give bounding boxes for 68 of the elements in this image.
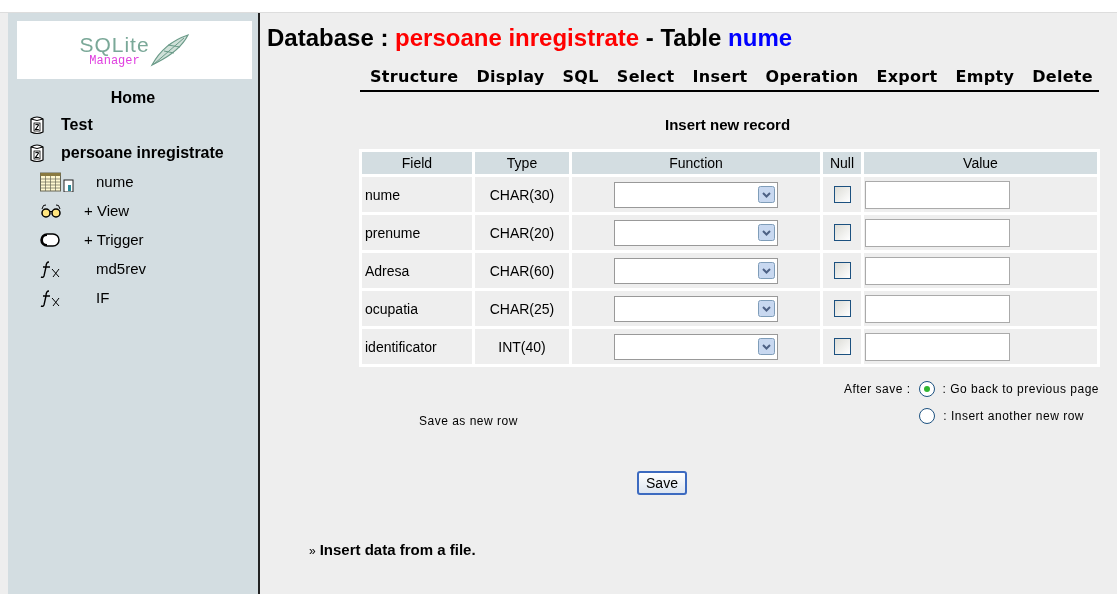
function-dropdown[interactable] — [614, 295, 778, 322]
tab[interactable]: Display — [476, 67, 545, 86]
null-checkbox[interactable] — [833, 186, 851, 204]
option-label: : Insert another new row — [943, 409, 1084, 423]
tab[interactable]: Insert — [692, 67, 748, 86]
tab[interactable]: Empty — [955, 67, 1015, 86]
radio-button[interactable] — [918, 381, 935, 397]
table-cell: Adresa — [362, 253, 472, 288]
toggle-icon — [40, 232, 60, 247]
value-field[interactable] — [865, 256, 1010, 285]
value-field[interactable] — [865, 218, 1010, 247]
column-header: Null — [823, 152, 861, 174]
column-header: Function — [572, 152, 820, 174]
save-mode-label: Save as new row — [419, 414, 518, 428]
function-link[interactable]: md5rev — [96, 260, 147, 277]
tab[interactable]: Operation — [765, 67, 859, 86]
function-icon — [40, 288, 62, 307]
trigger-link[interactable]: + Trigger — [84, 231, 144, 248]
database-link[interactable]: persoane inregistrate — [61, 144, 224, 162]
page-heading: Database : persoane inregistrate - Table nume — [267, 24, 793, 52]
bullet-marker: » — [309, 544, 316, 558]
column-header: Field — [362, 152, 472, 174]
logo-title: SQLite — [79, 33, 150, 55]
table-cell: CHAR(25) — [475, 291, 569, 326]
table-cell: nume — [362, 177, 472, 212]
function-dropdown[interactable] — [614, 257, 778, 284]
value-field[interactable] — [865, 332, 1010, 361]
column-header: Type — [475, 152, 569, 174]
value-field[interactable] — [865, 180, 1010, 209]
database-link[interactable]: Test — [61, 116, 93, 134]
database-icon — [30, 143, 44, 163]
value-field[interactable] — [865, 294, 1010, 323]
function-dropdown[interactable] — [614, 219, 778, 246]
column-header: Value — [864, 152, 1097, 174]
after-save-label: After save : — [843, 382, 911, 396]
logo-subtitle: Manager — [89, 54, 140, 67]
function-link[interactable]: IF — [96, 289, 110, 306]
table-cell: CHAR(20) — [475, 215, 569, 250]
table-cell: identificator — [362, 329, 472, 364]
table-icon — [40, 171, 74, 192]
tab[interactable]: Structure — [370, 67, 459, 86]
function-dropdown[interactable] — [614, 181, 778, 208]
function-icon — [40, 259, 62, 278]
table-link[interactable]: nume — [96, 173, 134, 190]
null-checkbox[interactable] — [833, 300, 851, 318]
option-label: : Go back to previous page — [942, 382, 1099, 396]
feather-icon — [149, 33, 190, 67]
tab[interactable]: Delete — [1032, 67, 1093, 86]
database-icon — [30, 115, 44, 135]
table-cell: CHAR(30) — [475, 177, 569, 212]
null-checkbox[interactable] — [833, 262, 851, 280]
radio-button[interactable] — [919, 408, 936, 424]
tab[interactable]: Export — [876, 67, 938, 86]
form-title: Insert new record — [665, 116, 791, 133]
tab[interactable]: SQL — [562, 67, 599, 86]
table-cell: prenume — [362, 215, 472, 250]
view-link[interactable]: + View — [84, 202, 130, 219]
table-cell: ocupatia — [362, 291, 472, 326]
home-link[interactable]: Home — [110, 89, 156, 107]
function-dropdown[interactable] — [614, 333, 778, 360]
table-cell: CHAR(60) — [475, 253, 569, 288]
insert-from-file-link[interactable]: Insert data from a file. — [319, 541, 476, 558]
save-button[interactable]: Save — [637, 471, 687, 495]
glasses-icon — [40, 202, 62, 219]
table-cell: INT(40) — [475, 329, 569, 364]
null-checkbox[interactable] — [833, 338, 851, 356]
null-checkbox[interactable] — [833, 224, 851, 242]
tab[interactable]: Select — [616, 67, 675, 86]
